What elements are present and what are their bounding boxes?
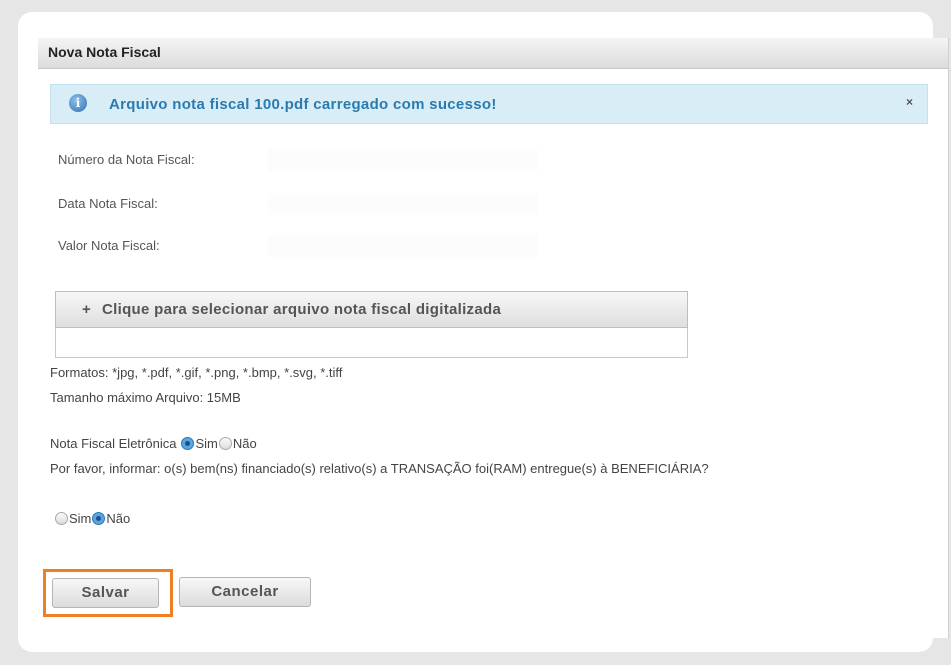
- data-label: Data Nota Fiscal:: [58, 196, 158, 211]
- select-file-button[interactable]: + Clique para selecionar arquivo nota fi…: [55, 291, 688, 328]
- valor-field[interactable]: [268, 235, 538, 257]
- entrega-sim-radio[interactable]: [55, 512, 68, 525]
- formats-text: Formatos: *jpg, *.pdf, *.gif, *.png, *.b…: [50, 365, 343, 380]
- entrega-sim-label: Sim: [69, 511, 92, 526]
- entrega-question: Por favor, informar: o(s) bem(ns) financ…: [50, 461, 709, 476]
- data-field[interactable]: [268, 193, 538, 215]
- entrega-nao-radio[interactable]: [92, 512, 106, 525]
- info-icon: i: [69, 94, 87, 112]
- save-button[interactable]: Salvar: [52, 578, 159, 608]
- eletronica-label: Nota Fiscal Eletrônica: [50, 436, 177, 451]
- alert-message: Arquivo nota fiscal 100.pdf carregado co…: [109, 96, 497, 113]
- nova-nota-fiscal-dialog: Nova Nota Fiscal i Arquivo nota fiscal 1…: [38, 38, 949, 638]
- close-icon[interactable]: ×: [906, 95, 913, 109]
- cancel-button[interactable]: Cancelar: [179, 577, 311, 607]
- success-alert: i Arquivo nota fiscal 100.pdf carregado …: [50, 84, 928, 124]
- eletronica-nao-radio[interactable]: [218, 437, 232, 450]
- max-size-text: Tamanho máximo Arquivo: 15MB: [50, 390, 241, 405]
- valor-label: Valor Nota Fiscal:: [58, 238, 160, 253]
- select-file-label: Clique para selecionar arquivo nota fisc…: [102, 301, 502, 318]
- dialog-titlebar: Nova Nota Fiscal: [38, 38, 948, 69]
- numero-label: Número da Nota Fiscal:: [58, 152, 195, 167]
- eletronica-nao-label: Não: [232, 436, 257, 451]
- dialog-title: Nova Nota Fiscal: [48, 44, 161, 60]
- eletronica-sim-radio[interactable]: [181, 437, 195, 450]
- plus-icon: +: [82, 301, 91, 318]
- eletronica-sim-label: Sim: [195, 436, 218, 451]
- file-drop-area[interactable]: [55, 328, 688, 358]
- numero-field[interactable]: [268, 149, 538, 171]
- entrega-row: Sim Não: [54, 511, 130, 526]
- eletronica-row: Nota Fiscal Eletrônica Sim Não: [50, 436, 257, 451]
- entrega-nao-label: Não: [106, 511, 131, 526]
